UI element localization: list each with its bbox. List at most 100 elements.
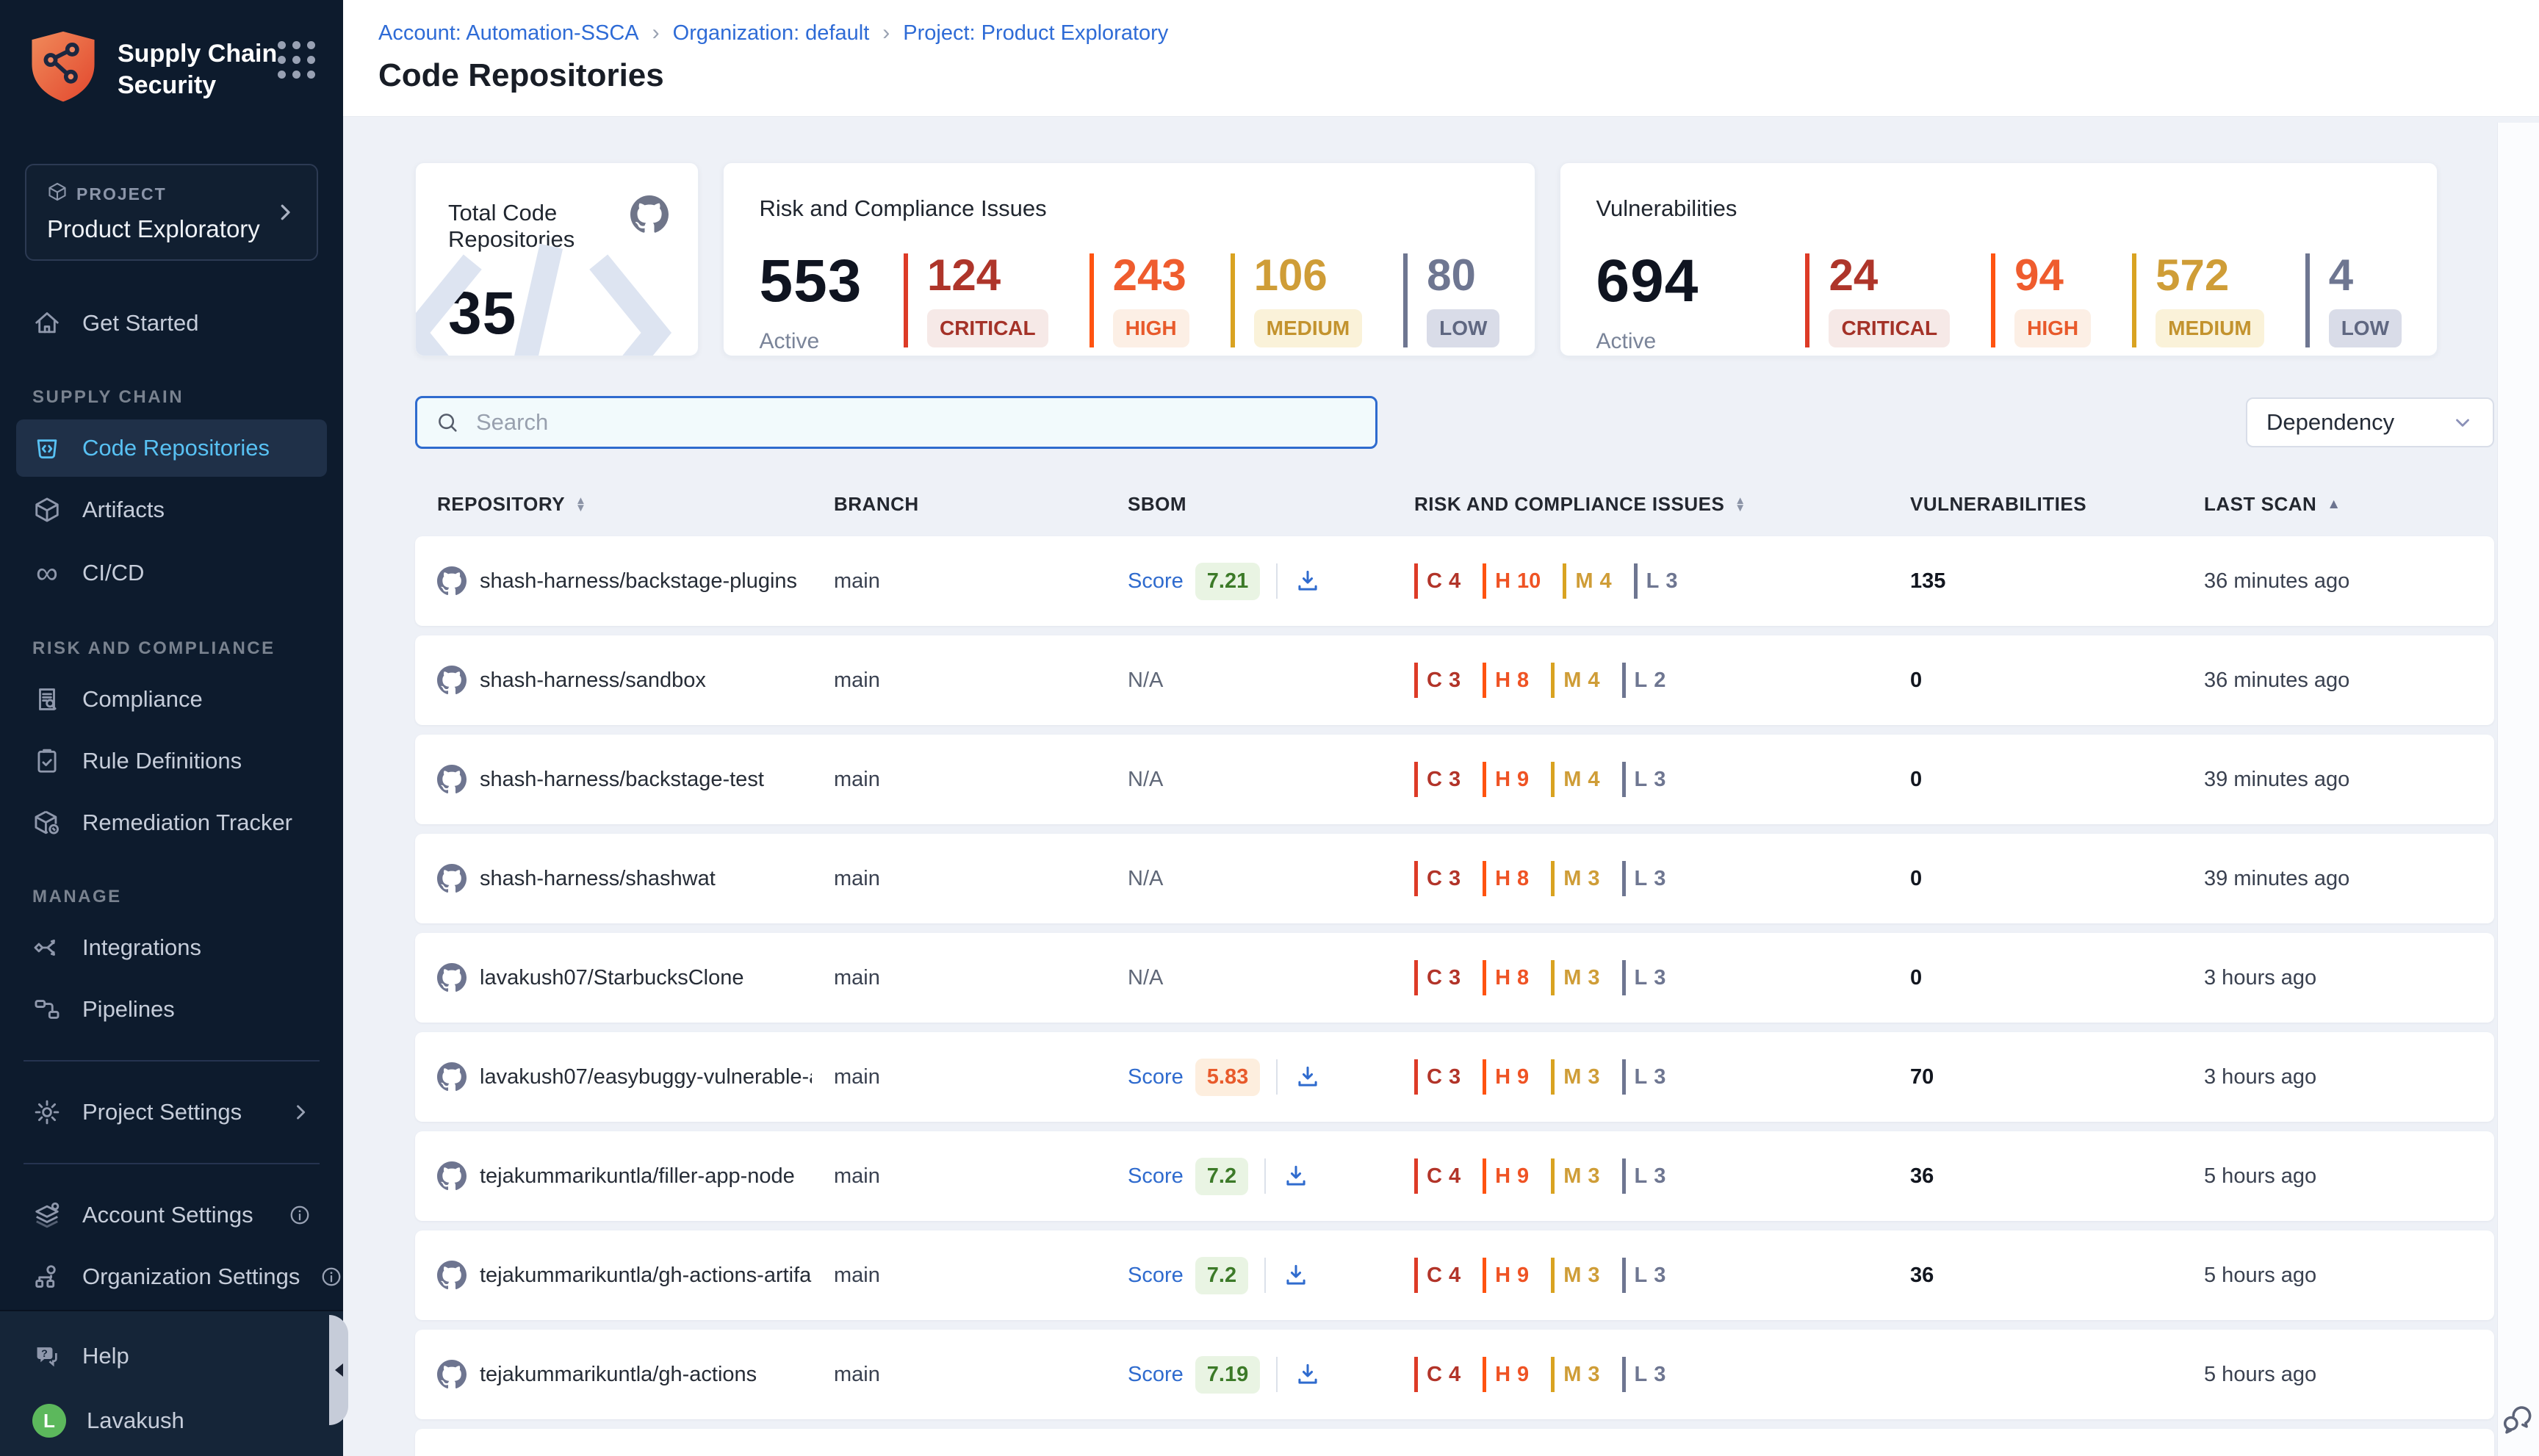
github-icon [437, 1261, 467, 1290]
vulnerability-count: 135 [1888, 569, 2182, 594]
sbom-na: N/A [1128, 768, 1163, 792]
low-chip: L3 [1622, 1059, 1666, 1095]
divider [1264, 1258, 1266, 1293]
critical-stat: 124 CRITICAL [904, 253, 1048, 347]
support-chat-icon[interactable] [2499, 1402, 2536, 1443]
table-row[interactable]: shash-harness/backstage-test main N/A C3… [415, 735, 2494, 824]
vulnerability-count: 70 [1888, 1065, 2182, 1089]
sidebar-item-pipelines[interactable]: Pipelines [16, 981, 327, 1038]
column-repository[interactable]: REPOSITORY ▲▼ [415, 493, 812, 516]
search-input[interactable] [475, 408, 1358, 436]
medium-badge: MEDIUM [1254, 309, 1363, 347]
search-box [415, 396, 1377, 449]
download-sbom-button[interactable] [1282, 1261, 1310, 1289]
high-chip: H9 [1483, 1059, 1529, 1095]
cube-wrench-icon [32, 809, 62, 837]
table-row[interactable]: tejakummarikuntla/gh-actions main Score … [415, 1330, 2494, 1419]
risk-chips: C4 H9 M3 L3 [1392, 1357, 1888, 1392]
filter-value: Dependency [2266, 409, 2394, 436]
user-name: Lavakush [87, 1408, 184, 1434]
medium-stat: 572 MEDIUM [2132, 253, 2264, 347]
project-selector[interactable]: PROJECT Product Exploratory [25, 164, 318, 261]
risk-severity-breakdown: 124 CRITICAL 243 HIGH 106 MEDIUM [904, 253, 1500, 347]
download-sbom-button[interactable] [1294, 1361, 1322, 1388]
risk-issues-card: Risk and Compliance Issues 553 Active 12… [723, 162, 1535, 356]
vulnerability-count: 36 [1888, 1164, 2182, 1189]
sidebar-item-code-repositories[interactable]: Code Repositories [16, 419, 327, 477]
sidebar-collapse-handle[interactable] [329, 1315, 348, 1425]
table-row[interactable]: shash-harness/shashwat main N/A C3 H8 M3… [415, 834, 2494, 923]
breadcrumb-account[interactable]: Account: Automation-SSCA [378, 21, 639, 46]
avatar: L [32, 1404, 66, 1438]
sidebar-item-compliance[interactable]: Compliance [16, 671, 327, 728]
high-chip: H9 [1483, 762, 1529, 797]
medium-chip: M3 [1551, 960, 1599, 995]
column-risk-issues[interactable]: RISK AND COMPLIANCE ISSUES ▲▼ [1392, 493, 1888, 516]
branch-name: main [812, 569, 1106, 594]
repository-table: shash-harness/backstage-plugins main Sco… [415, 536, 2494, 1456]
nav-divider [24, 1060, 320, 1062]
total-repos-card: Total Code Repositories 35 [415, 162, 699, 356]
table-row[interactable]: lavakush07/StarbucksClone main N/A C3 H8… [415, 933, 2494, 1023]
table-row[interactable]: shash-harness/sandbox main N/A C3 H8 M4 … [415, 635, 2494, 725]
low-chip: L3 [1622, 861, 1666, 896]
download-sbom-button[interactable] [1294, 1063, 1322, 1091]
download-sbom-button[interactable] [1294, 567, 1322, 595]
low-chip: L3 [1622, 1258, 1666, 1293]
sidebar-item-help[interactable]: ? Help [16, 1327, 327, 1385]
app-title: Supply Chain Security [118, 38, 277, 101]
table-header: REPOSITORY ▲▼ BRANCH SBOM RISK AND COMPL… [415, 487, 2494, 536]
section-manage: MANAGE [0, 856, 343, 915]
table-row[interactable]: tejakummarikuntla/gh-actions-artifacts m… [415, 1230, 2494, 1320]
divider [1264, 1158, 1266, 1194]
sidebar-item-remediation-tracker[interactable]: Remediation Tracker [16, 794, 327, 851]
sbom-score-pill: 7.19 [1195, 1356, 1260, 1394]
high-stat: 243 HIGH [1090, 253, 1189, 347]
critical-badge: CRITICAL [927, 309, 1048, 347]
nav-divider [24, 1163, 320, 1164]
sidebar-item-organization-settings[interactable]: Organization Settings [16, 1248, 327, 1305]
table-row[interactable]: lavakush07/argocd-hub-spoke-demo main N/… [415, 1429, 2494, 1456]
table-row[interactable]: shash-harness/backstage-plugins main Sco… [415, 536, 2494, 626]
repo-name: shash-harness/sandbox [480, 668, 706, 693]
low-chip: L3 [1622, 1158, 1666, 1194]
breadcrumb-project[interactable]: Project: Product Exploratory [903, 21, 1168, 46]
sort-icon: ▲▼ [1735, 497, 1746, 511]
info-icon[interactable] [320, 1266, 342, 1288]
sidebar-item-get-started[interactable]: Get Started [16, 295, 327, 352]
column-last-scan[interactable]: LAST SCAN ▲ [2182, 493, 2494, 516]
high-chip: H8 [1483, 861, 1529, 896]
module-grid-icon[interactable] [278, 41, 315, 79]
sidebar-item-account-settings[interactable]: Account Settings [16, 1186, 327, 1244]
table-row[interactable]: lavakush07/easybuggy-vulnerable-app… mai… [415, 1032, 2494, 1122]
sidebar-item-artifacts[interactable]: Artifacts [16, 481, 327, 538]
sidebar-item-integrations[interactable]: Integrations [16, 919, 327, 976]
sidebar-item-cicd[interactable]: ∞ CI/CD [16, 543, 327, 603]
low-chip: L3 [1622, 762, 1666, 797]
vulnerability-count: 0 [1888, 768, 2182, 792]
last-scan: 3 hours ago [2182, 1065, 2494, 1089]
breadcrumb-organization[interactable]: Organization: default [673, 21, 870, 46]
high-chip: H8 [1483, 663, 1529, 698]
sbom-score-pill: 7.2 [1195, 1158, 1248, 1195]
stat-cards: Total Code Repositories 35 Risk and Comp… [415, 162, 2494, 356]
document-search-icon [32, 685, 62, 713]
repo-name: tejakummarikuntla/gh-actions [480, 1363, 757, 1387]
sbom-na: N/A [1128, 867, 1163, 891]
breadcrumb: Account: Automation-SSCA › Organization:… [378, 21, 2504, 46]
download-sbom-button[interactable] [1282, 1162, 1310, 1190]
high-chip: H9 [1483, 1158, 1529, 1194]
page-header: Account: Automation-SSCA › Organization:… [343, 0, 2539, 117]
last-scan: 39 minutes ago [2182, 867, 2494, 891]
info-icon[interactable] [289, 1204, 311, 1226]
sbom-score-pill: 7.2 [1195, 1257, 1248, 1294]
sidebar-item-project-settings[interactable]: Project Settings [16, 1084, 327, 1141]
column-branch: BRANCH [812, 493, 1106, 516]
sidebar-item-rule-definitions[interactable]: Rule Definitions [16, 732, 327, 790]
sbom-na: N/A [1128, 966, 1163, 990]
card-title: Vulnerabilities [1596, 195, 2402, 222]
table-row[interactable]: tejakummarikuntla/filler-app-node main S… [415, 1131, 2494, 1221]
user-menu[interactable]: L Lavakush [16, 1389, 327, 1452]
dependency-filter-dropdown[interactable]: Dependency [2246, 397, 2494, 447]
risk-chips: C3 H9 M3 L3 [1392, 1059, 1888, 1095]
